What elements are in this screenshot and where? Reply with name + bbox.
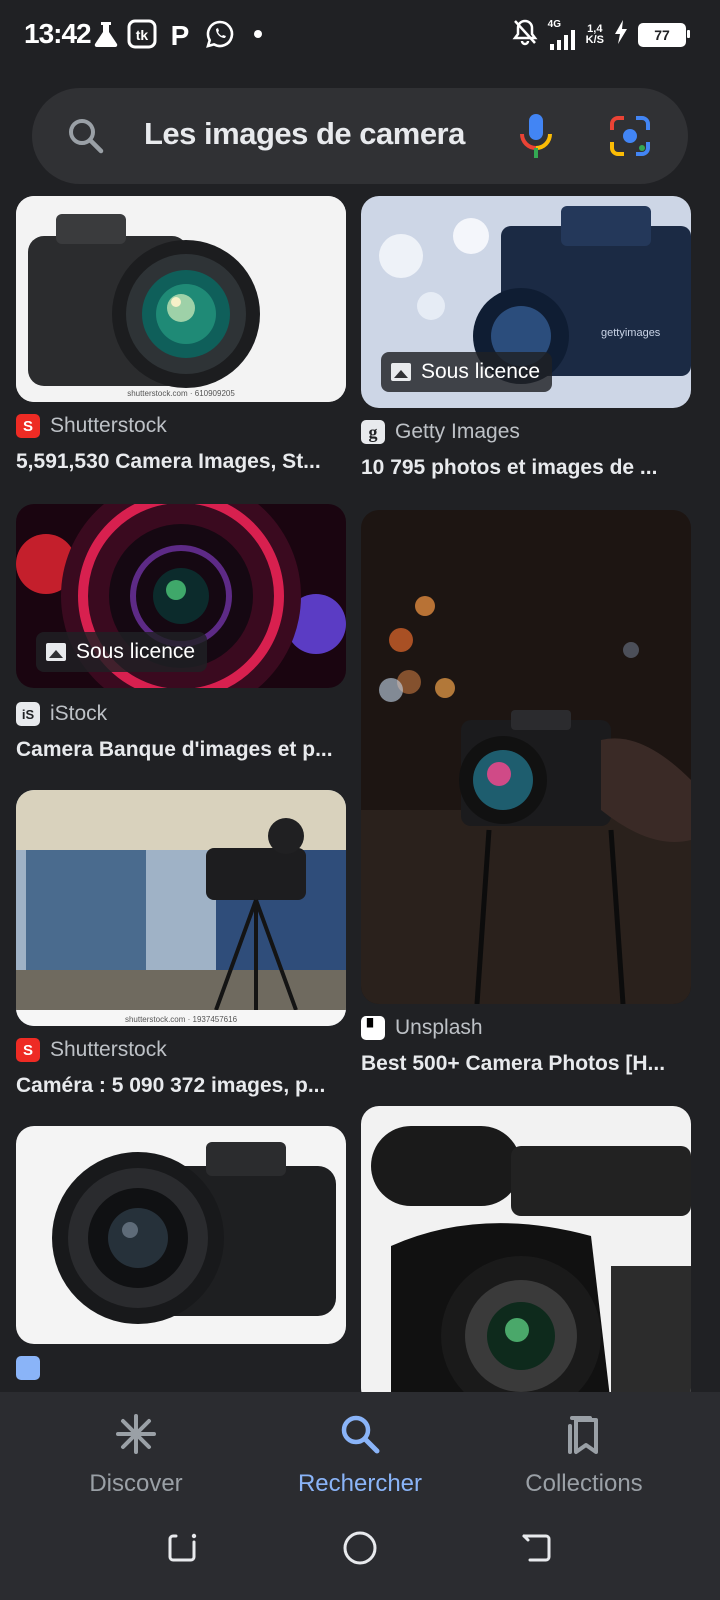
shutterstock-favicon-icon: S [16,1038,40,1062]
license-badge-label: Sous licence [76,640,196,663]
unsplash-favicon-icon: ▘ [361,1016,385,1040]
getty-favicon-icon: g [361,420,385,444]
collections-bookmark-icon [568,1416,598,1454]
image-icon [46,643,66,661]
result-card[interactable]: Sous licence iS iStock Camera Banque d'i… [16,504,346,774]
image-icon [391,363,411,381]
result-card[interactable]: gettyimages Sous licence g Getty Images … [361,196,691,496]
net-speed: 1,4 K/S [585,23,604,46]
signal-icon [549,29,575,50]
result-thumbnail[interactable] [361,1106,691,1392]
result-thumbnail[interactable] [16,1126,346,1344]
net-speed-unit: K/S [585,33,604,46]
license-badge: Sous licence [36,632,208,672]
parking-icon: P [166,18,194,50]
source-favicon-icon [16,1356,40,1380]
result-source: S Shutterstock [16,414,167,438]
home-icon[interactable] [342,1530,378,1566]
search-query[interactable]: Les images de camera [144,116,465,152]
result-source: S Shutterstock [16,1038,167,1062]
thumbnail-watermark: gettyimages [601,327,661,339]
result-source: iS iStock [16,702,107,726]
mute-bell-icon [512,18,538,51]
result-card[interactable]: shutterstock.com · 610909205 S Shutterst… [16,196,346,496]
nav-collections[interactable]: Collections [484,1412,684,1498]
status-time: 13:42 [24,18,92,49]
bottom-navigation: Discover Rechercher Collections [0,1392,720,1600]
result-title[interactable]: Best 500+ Camera Photos [H... [361,1052,699,1076]
shutterstock-favicon-icon: S [16,414,40,438]
result-thumbnail[interactable]: shutterstock.com · 610909205 [16,196,346,402]
battery-icon: 77 [638,22,690,47]
result-source [16,1356,50,1380]
recent-apps-icon[interactable] [168,1532,200,1564]
result-source-name: iStock [50,702,108,725]
svg-text:P: P [171,20,190,48]
svg-text:tk: tk [136,27,149,43]
result-source-name: Unsplash [395,1016,483,1039]
network-type: 4G [547,18,561,30]
discover-asterisk-icon [116,1414,156,1454]
result-source-name: Shutterstock [50,414,167,437]
thumbnail-watermark: shutterstock.com · 1937457616 [125,1015,238,1024]
result-title[interactable]: Camera Banque d'images et p... [16,738,354,762]
result-title[interactable]: Caméra : 5 090 372 images, p... [16,1074,354,1098]
status-right: 4G 1,4 K/S 77 [512,18,690,51]
search-bar[interactable]: Les images de camera [32,88,688,184]
search-icon [341,1415,380,1454]
result-thumbnail[interactable]: shutterstock.com · 1937457616 [16,790,346,1026]
back-icon[interactable] [520,1532,552,1564]
result-card[interactable]: shutterstock.com · 1937457616 S Shutters… [16,790,346,1110]
image-results-grid: shutterstock.com · 610909205 S Shutterst… [0,196,720,1392]
thumbnail-watermark: shutterstock.com · 610909205 [127,389,235,398]
result-card[interactable] [361,1106,691,1392]
result-card[interactable]: ▘ Unsplash Best 500+ Camera Photos [H... [361,510,691,1090]
nav-search[interactable]: Rechercher [260,1412,460,1498]
microphone-icon[interactable] [516,112,556,160]
nav-discover[interactable]: Discover [36,1412,236,1498]
status-bar: 13:42 tk P 4G 1,4 K/S 77 [0,0,720,72]
search-icon [69,119,104,154]
license-badge: Sous licence [381,352,553,392]
istock-favicon-icon: iS [16,702,40,726]
nav-discover-label: Discover [89,1470,183,1497]
result-source: ▘ Unsplash [361,1016,483,1040]
flask-icon [92,18,120,50]
result-thumbnail[interactable] [361,510,691,1004]
result-title[interactable]: 5,591,530 Camera Images, St... [16,450,354,474]
nav-collections-label: Collections [525,1470,643,1497]
nav-search-label: Rechercher [297,1470,423,1497]
result-title[interactable]: 10 795 photos et images de ... [361,456,699,480]
more-notifications-dot-icon [252,18,264,50]
result-source-name: Getty Images [395,420,520,443]
result-source: g Getty Images [361,420,520,444]
signal-indicator: 4G [547,18,576,50]
google-lens-icon[interactable] [608,114,652,158]
license-badge-label: Sous licence [421,360,541,383]
whatsapp-icon [204,18,236,50]
result-source-name: Shutterstock [50,1038,167,1061]
charging-icon [614,20,628,49]
result-card[interactable] [16,1126,346,1392]
app-notification-icon: tk [126,18,158,50]
